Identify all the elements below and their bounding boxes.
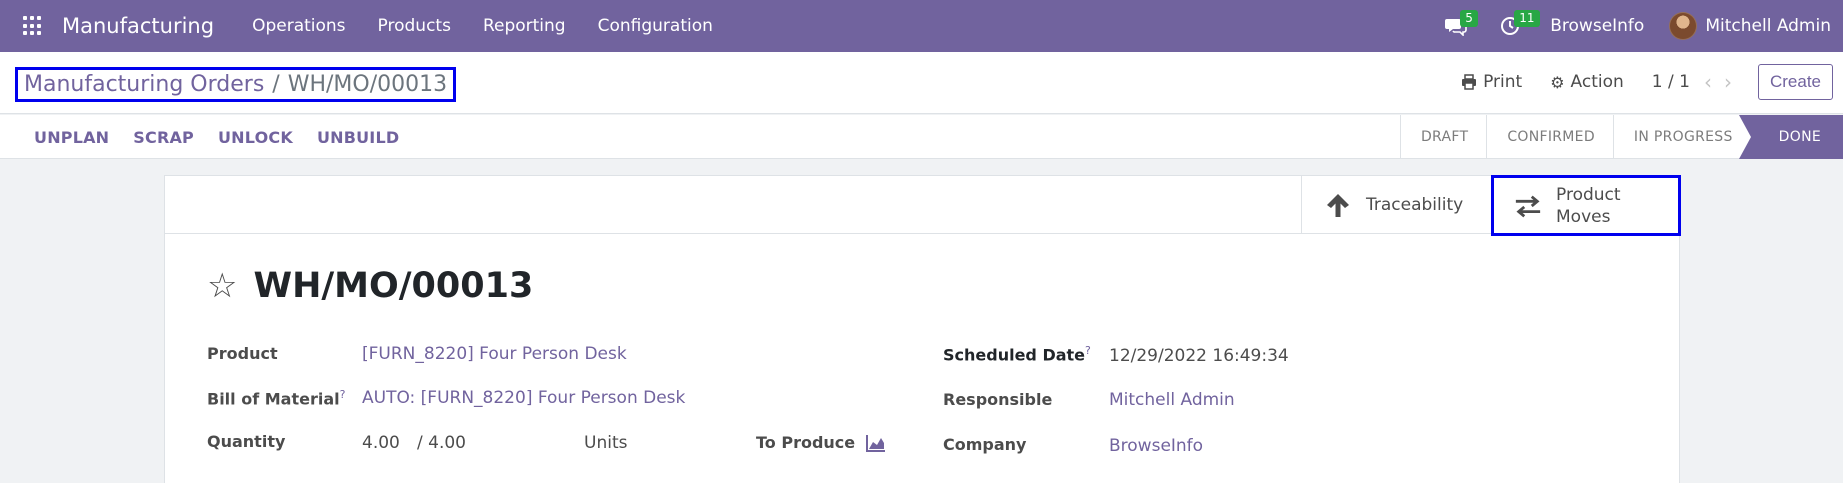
- to-produce-label: To Produce: [756, 433, 856, 452]
- bom-label-text: Bill of Material: [207, 389, 340, 409]
- print-button[interactable]: Print: [1461, 72, 1522, 92]
- star-icon[interactable]: ☆: [207, 266, 237, 306]
- uom-field[interactable]: Units: [584, 433, 627, 453]
- pager-previous-icon[interactable]: ‹: [1704, 70, 1712, 94]
- stage-draft[interactable]: DRAFT: [1399, 115, 1486, 159]
- bom-label: Bill of Material?: [207, 388, 345, 408]
- status-bar: UNPLAN SCRAP UNLOCK UNBUILD DRAFT CONFIR…: [0, 115, 1843, 159]
- product-moves-label-line2: Moves: [1556, 206, 1611, 227]
- print-label: Print: [1483, 72, 1523, 92]
- responsible-field[interactable]: Mitchell Admin: [1109, 390, 1235, 410]
- stage-done[interactable]: DONE: [1738, 115, 1843, 159]
- stage-in-progress[interactable]: IN PROGRESS: [1612, 115, 1751, 159]
- bom-help-icon[interactable]: ?: [340, 388, 346, 401]
- form-sheet: Traceability Product Moves ☆ WH/MO/00013…: [164, 175, 1681, 483]
- pager-value[interactable]: 1 / 1: [1652, 72, 1690, 92]
- traceability-button[interactable]: Traceability: [1301, 176, 1489, 234]
- unlock-button[interactable]: UNLOCK: [206, 128, 305, 147]
- user-menu[interactable]: Mitchell Admin: [1669, 12, 1831, 40]
- breadcrumb-separator: /: [272, 72, 280, 97]
- product-label: Product: [207, 344, 278, 363]
- record-title-row: ☆ WH/MO/00013: [207, 266, 533, 306]
- pager-next-icon[interactable]: ›: [1724, 70, 1732, 94]
- responsible-label: Responsible: [943, 390, 1053, 409]
- quantity-produced[interactable]: 4.00: [362, 433, 400, 453]
- menu-reporting[interactable]: Reporting: [467, 16, 582, 36]
- messages-count-badge: 5: [1460, 10, 1478, 27]
- smart-button-box: Traceability Product Moves: [165, 175, 1681, 236]
- avatar: [1669, 12, 1698, 40]
- record-title: WH/MO/00013: [253, 266, 534, 306]
- bom-field[interactable]: AUTO: [FURN_8220] Four Person Desk: [362, 388, 685, 408]
- menu-configuration[interactable]: Configuration: [582, 16, 729, 36]
- company-label: Company: [943, 435, 1027, 454]
- menu-operations[interactable]: Operations: [236, 16, 361, 36]
- print-icon: [1462, 74, 1477, 90]
- create-button[interactable]: Create: [1757, 64, 1833, 100]
- stage-confirmed[interactable]: CONFIRMED: [1486, 115, 1613, 159]
- exchange-icon: [1515, 195, 1541, 217]
- scheduled-date-label-text: Scheduled Date: [943, 345, 1086, 365]
- breadcrumb-parent[interactable]: Manufacturing Orders: [24, 72, 264, 97]
- product-moves-button[interactable]: Product Moves: [1491, 175, 1681, 236]
- navbar-systray: 5 11 BrowseInfo Mitchell Admin: [1436, 0, 1843, 52]
- gear-icon: ⚙: [1550, 72, 1565, 92]
- control-panel-right: Print ⚙ Action 1 / 1 ‹ › Create: [1461, 63, 1833, 101]
- product-moves-label-line1: Product: [1556, 184, 1621, 205]
- action-buttons: UNPLAN SCRAP UNLOCK UNBUILD: [22, 115, 411, 159]
- activities-button[interactable]: 11: [1490, 0, 1540, 52]
- top-navbar: Manufacturing Operations Products Report…: [0, 0, 1843, 52]
- scheduled-date-label: Scheduled Date?: [943, 344, 1091, 364]
- scheduled-help-icon[interactable]: ?: [1085, 344, 1091, 357]
- company-switcher[interactable]: BrowseInfo: [1550, 16, 1644, 36]
- product-field[interactable]: [FURN_8220] Four Person Desk: [362, 344, 627, 364]
- breadcrumb-current: WH/MO/00013: [287, 72, 448, 97]
- quantity-total: / 4.00: [417, 433, 466, 453]
- forecast-chart-icon[interactable]: [866, 434, 886, 452]
- activities-count-badge: 11: [1514, 10, 1540, 27]
- quantity-label: Quantity: [207, 432, 286, 451]
- traceability-label: Traceability: [1366, 195, 1464, 215]
- messages-button[interactable]: 5: [1436, 0, 1478, 52]
- stage-pipeline: DRAFT CONFIRMED IN PROGRESS DONE: [1399, 115, 1843, 159]
- menu-products[interactable]: Products: [362, 16, 467, 36]
- company-field[interactable]: BrowseInfo: [1109, 436, 1203, 456]
- scrap-button[interactable]: SCRAP: [121, 128, 206, 147]
- apps-menu-icon[interactable]: [23, 16, 43, 36]
- action-button[interactable]: ⚙ Action: [1550, 72, 1624, 92]
- control-panel: Manufacturing Orders / WH/MO/00013 Print…: [0, 52, 1843, 114]
- breadcrumb: Manufacturing Orders / WH/MO/00013: [15, 67, 457, 102]
- main-menu: Operations Products Reporting Configurat…: [236, 16, 729, 36]
- action-label: Action: [1570, 72, 1624, 92]
- scheduled-date-field[interactable]: 12/29/2022 16:49:34: [1109, 346, 1289, 366]
- unplan-button[interactable]: UNPLAN: [22, 128, 121, 147]
- app-name[interactable]: Manufacturing: [62, 14, 214, 38]
- product-moves-label: Product Moves: [1556, 184, 1646, 228]
- unbuild-button[interactable]: UNBUILD: [305, 128, 411, 147]
- arrow-up-icon: [1327, 194, 1349, 217]
- user-name: Mitchell Admin: [1705, 16, 1831, 36]
